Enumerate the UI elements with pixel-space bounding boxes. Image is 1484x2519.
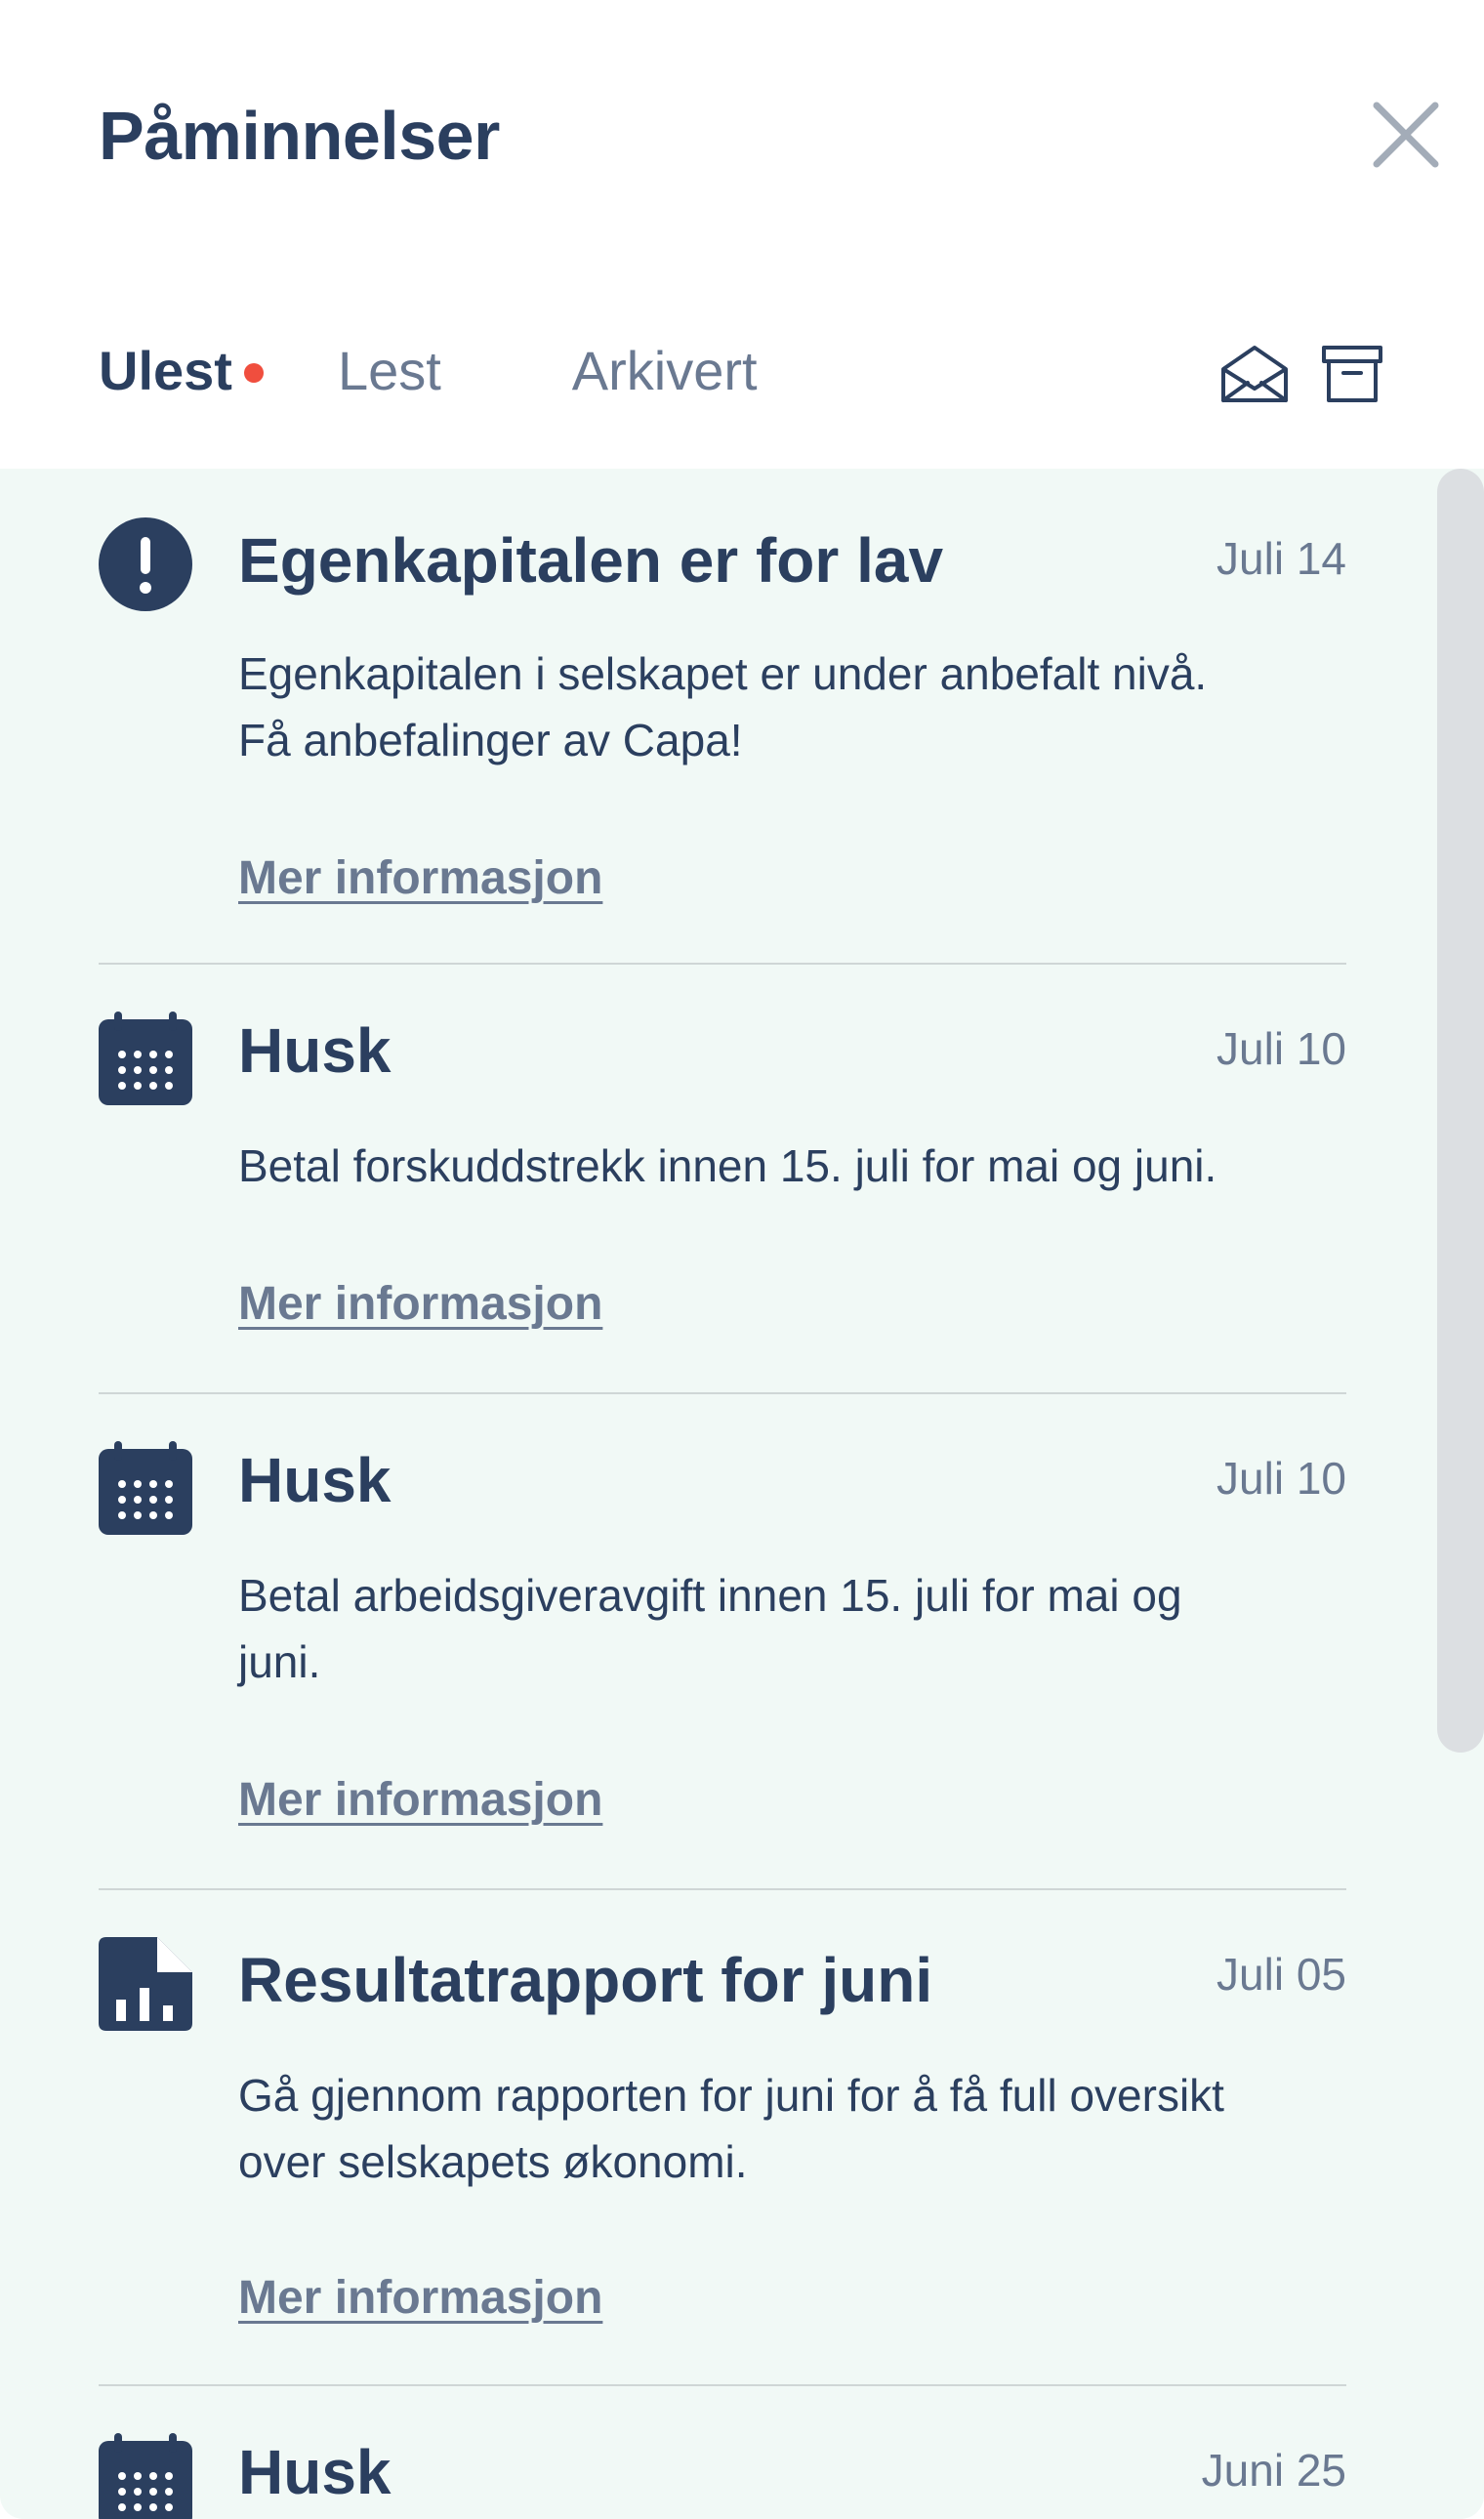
divider: [99, 963, 1346, 965]
page-title: Påminnelser: [99, 98, 500, 174]
notification-body: Betal arbeidsgiveravgift innen 15. juli …: [238, 1562, 1346, 1695]
notification-date: Juli 10: [1216, 1453, 1346, 1504]
tab-bar: Ulest Lest Arkivert: [99, 332, 758, 410]
tab-label: Ulest: [99, 340, 232, 401]
notification-date: Juni 25: [1201, 2445, 1346, 2496]
notification-date: Juli 14: [1216, 533, 1346, 584]
body-line: Betal arbeidsgiveravgift innen 15. juli …: [238, 1570, 1182, 1621]
panel-header: Påminnelser Ulest Lest Arkivert: [0, 0, 1484, 469]
tab-label: Lest: [337, 340, 441, 401]
body-line: Gå gjennom rapporten for juni for å få f…: [238, 2070, 1224, 2121]
notification-title: Resultatrapport for juni: [238, 1945, 933, 2015]
divider: [99, 1888, 1346, 1890]
notification-list: Egenkapitalen er for lav Juli 14 Egenkap…: [0, 469, 1435, 2519]
close-button[interactable]: [1365, 94, 1447, 176]
notification-title: Egenkapitalen er for lav: [238, 525, 944, 596]
report-chart-icon: [99, 1937, 192, 2031]
tab-label: Arkivert: [571, 340, 758, 401]
notification-body: Egenkapitalen i selskapet er under anbef…: [238, 640, 1346, 773]
tab-unread[interactable]: Ulest: [99, 332, 264, 410]
notification-body: Gå gjennom rapporten for juni for å få f…: [238, 2062, 1346, 2195]
notification-title: Husk: [238, 1445, 392, 1515]
notification-date: Juli 05: [1216, 1949, 1346, 2000]
divider: [99, 1392, 1346, 1394]
reminders-panel: Påminnelser Ulest Lest Arkivert Egenkapi…: [0, 0, 1484, 2519]
envelope-open-icon: [1221, 346, 1288, 402]
divider: [99, 2384, 1346, 2386]
scrollbar-thumb[interactable]: [1437, 469, 1484, 1753]
more-info-link[interactable]: Mer informasjon: [238, 1275, 602, 1334]
notification-title: Husk: [238, 2437, 392, 2507]
body-line: Få anbefalinger av Capa!: [238, 715, 743, 765]
archive-button[interactable]: [1320, 342, 1392, 406]
body-line: over selskapets økonomi.: [238, 2136, 748, 2187]
tab-read[interactable]: Lest: [338, 332, 441, 410]
tab-archived[interactable]: Arkivert: [572, 332, 758, 410]
calendar-icon: [99, 1441, 192, 1535]
body-line: Betal forskuddstrekk innen 15. juli for …: [238, 1140, 1217, 1191]
header-actions: [1218, 342, 1392, 406]
notification-date: Juli 10: [1216, 1023, 1346, 1074]
calendar-icon: [99, 2433, 192, 2519]
notification-body: Betal forskuddstrekk innen 15. juli for …: [238, 1133, 1346, 1199]
notification-title: Husk: [238, 1015, 392, 1086]
body-line: Egenkapitalen i selskapet er under anbef…: [238, 648, 1208, 699]
archive-box-icon: [1322, 346, 1382, 402]
unread-indicator-dot: [243, 363, 264, 383]
more-info-link[interactable]: Mer informasjon: [238, 1771, 602, 1830]
body-line: juni.: [238, 1636, 321, 1687]
calendar-icon: [99, 1012, 192, 1105]
close-icon: [1373, 102, 1439, 168]
more-info-link[interactable]: Mer informasjon: [238, 849, 602, 908]
exclamation-circle-icon: [99, 517, 192, 611]
more-info-link[interactable]: Mer informasjon: [238, 2269, 602, 2328]
mark-all-read-button[interactable]: [1218, 342, 1291, 406]
